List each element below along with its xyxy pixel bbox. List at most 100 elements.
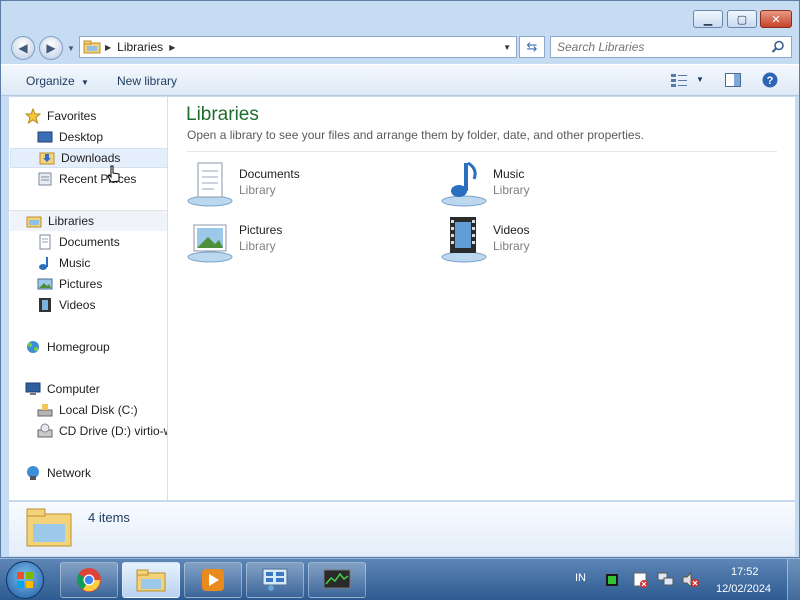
- address-dropdown-icon[interactable]: ▼: [503, 43, 511, 52]
- explorer-folder-icon: [136, 569, 166, 592]
- pictures-icon: [37, 278, 53, 290]
- svg-text:?: ?: [767, 75, 774, 87]
- show-desktop-button[interactable]: [787, 559, 800, 600]
- chevron-down-icon: ▼: [67, 43, 75, 53]
- library-pictures[interactable]: Pictures Library: [186, 215, 426, 265]
- nav-desktop-label: Desktop: [59, 130, 104, 144]
- breadcrumb-child-arrow-icon[interactable]: ▶: [169, 43, 175, 52]
- forward-arrow-icon: ▶: [46, 41, 56, 55]
- taskbar-chrome[interactable]: [60, 562, 118, 598]
- network-status-icon[interactable]: [657, 572, 675, 588]
- media-player-icon: [202, 569, 224, 591]
- address-row: ◀ ▶ ▼ ▶ Libraries ▶ ▼ ⇆: [1, 34, 799, 62]
- action-center-icon[interactable]: [632, 572, 650, 588]
- control-panel-icon: [262, 568, 288, 591]
- nav-documents-label: Documents: [59, 235, 120, 249]
- nav-recent-places[interactable]: Recent Places: [37, 169, 167, 189]
- recent-places-icon: [38, 172, 52, 186]
- libraries-folder-icon: [83, 40, 101, 54]
- change-view-button[interactable]: [671, 73, 687, 90]
- taskbar-media-player[interactable]: [184, 562, 242, 598]
- forward-button[interactable]: ▶: [39, 36, 63, 60]
- taskbar-explorer[interactable]: [122, 562, 180, 598]
- network-icon: [27, 466, 39, 480]
- language-indicator[interactable]: IN: [575, 572, 586, 584]
- library-name: Music: [493, 167, 525, 181]
- nav-downloads[interactable]: Downloads: [10, 148, 167, 168]
- nav-favorites[interactable]: Favorites: [25, 106, 167, 126]
- nav-local-disk[interactable]: Local Disk (C:): [37, 400, 167, 420]
- nav-computer[interactable]: Computer: [25, 379, 167, 399]
- library-documents[interactable]: Documents Library: [186, 159, 426, 209]
- nav-cd-drive[interactable]: CD Drive (D:) virtio-w: [37, 421, 168, 441]
- recent-pages-button[interactable]: ▼: [65, 36, 77, 60]
- preview-pane-icon: [725, 73, 741, 87]
- windows-logo-icon: [17, 572, 33, 588]
- computer-icon: [25, 382, 41, 395]
- pictures-library-icon: [187, 224, 233, 263]
- maximize-button[interactable]: ▢: [727, 10, 757, 28]
- documents-icon: [39, 234, 51, 250]
- back-button[interactable]: ◀: [11, 36, 35, 60]
- maximize-icon: ▢: [736, 13, 748, 26]
- library-type: Library: [493, 239, 530, 253]
- library-videos[interactable]: Videos Library: [440, 215, 680, 265]
- close-button[interactable]: ✕: [760, 10, 792, 28]
- search-box[interactable]: [550, 36, 792, 58]
- downloads-folder-icon: [39, 152, 55, 165]
- nav-homegroup[interactable]: Homegroup: [25, 337, 167, 357]
- navigation-pane: Favorites Desktop Downloads Recent Place…: [9, 97, 168, 500]
- address-bar[interactable]: ▶ Libraries ▶ ▼: [79, 36, 517, 58]
- nav-computer-label: Computer: [47, 382, 100, 396]
- minimize-button[interactable]: ▁: [693, 10, 723, 28]
- command-bar: Organize ▼ New library ▼ ?: [1, 64, 799, 96]
- nav-videos[interactable]: Videos: [37, 295, 167, 315]
- breadcrumb-separator-icon[interactable]: ▶: [105, 43, 111, 52]
- library-type: Library: [493, 183, 530, 197]
- cd-drive-icon: [37, 423, 53, 438]
- page-title: Libraries: [186, 104, 259, 125]
- green-status-icon[interactable]: [605, 573, 619, 587]
- organize-button[interactable]: Organize ▼: [26, 74, 89, 88]
- clock-date[interactable]: 12/02/2024: [716, 583, 771, 595]
- item-count: 4 items: [88, 510, 130, 525]
- library-type: Library: [239, 183, 276, 197]
- new-library-button[interactable]: New library: [117, 74, 177, 88]
- volume-muted-icon[interactable]: [682, 572, 700, 588]
- content-pane: Libraries Open a library to see your fil…: [168, 97, 795, 500]
- search-icon[interactable]: [771, 40, 785, 54]
- chrome-icon: [76, 568, 101, 592]
- refresh-button[interactable]: ⇆: [519, 36, 545, 58]
- library-music[interactable]: Music Library: [440, 159, 680, 209]
- nav-documents[interactable]: Documents: [37, 232, 167, 252]
- libraries-icon: [26, 216, 42, 228]
- preview-pane-button[interactable]: [725, 73, 741, 90]
- documents-library-icon: [187, 162, 233, 207]
- more-views-icon[interactable]: ▼: [696, 75, 704, 84]
- search-input[interactable]: [551, 39, 769, 55]
- divider: [187, 151, 777, 152]
- close-icon: ✕: [771, 13, 781, 26]
- nav-cd-drive-label: CD Drive (D:) virtio-w: [59, 424, 168, 438]
- help-button[interactable]: ?: [762, 72, 778, 91]
- nav-music[interactable]: Music: [37, 253, 167, 273]
- star-icon: [25, 108, 41, 124]
- nav-pictures[interactable]: Pictures: [37, 274, 167, 294]
- page-subtitle: Open a library to see your files and arr…: [187, 128, 644, 142]
- breadcrumb-libraries[interactable]: Libraries: [117, 40, 163, 54]
- title-bar[interactable]: ▁ ▢ ✕: [1, 1, 799, 33]
- nav-recent-places-label: Recent Places: [59, 172, 137, 186]
- explorer-window: ▁ ▢ ✕ ◀ ▶ ▼ ▶ Libraries ▶ ▼ ⇆ Search Lib…: [0, 0, 800, 558]
- homegroup-icon: [27, 341, 39, 353]
- start-button[interactable]: [6, 561, 44, 599]
- taskbar-task-manager[interactable]: [308, 562, 366, 598]
- nav-downloads-label: Downloads: [61, 151, 121, 165]
- clock-time[interactable]: 17:52: [731, 566, 759, 578]
- nav-network[interactable]: Network: [25, 463, 167, 483]
- nav-libraries[interactable]: Libraries: [10, 211, 167, 231]
- videos-library-icon: [441, 217, 487, 263]
- nav-desktop[interactable]: Desktop: [37, 127, 167, 147]
- library-name: Pictures: [239, 223, 283, 237]
- taskbar-control-panel[interactable]: [246, 562, 304, 598]
- chevron-down-icon: ▼: [81, 78, 89, 87]
